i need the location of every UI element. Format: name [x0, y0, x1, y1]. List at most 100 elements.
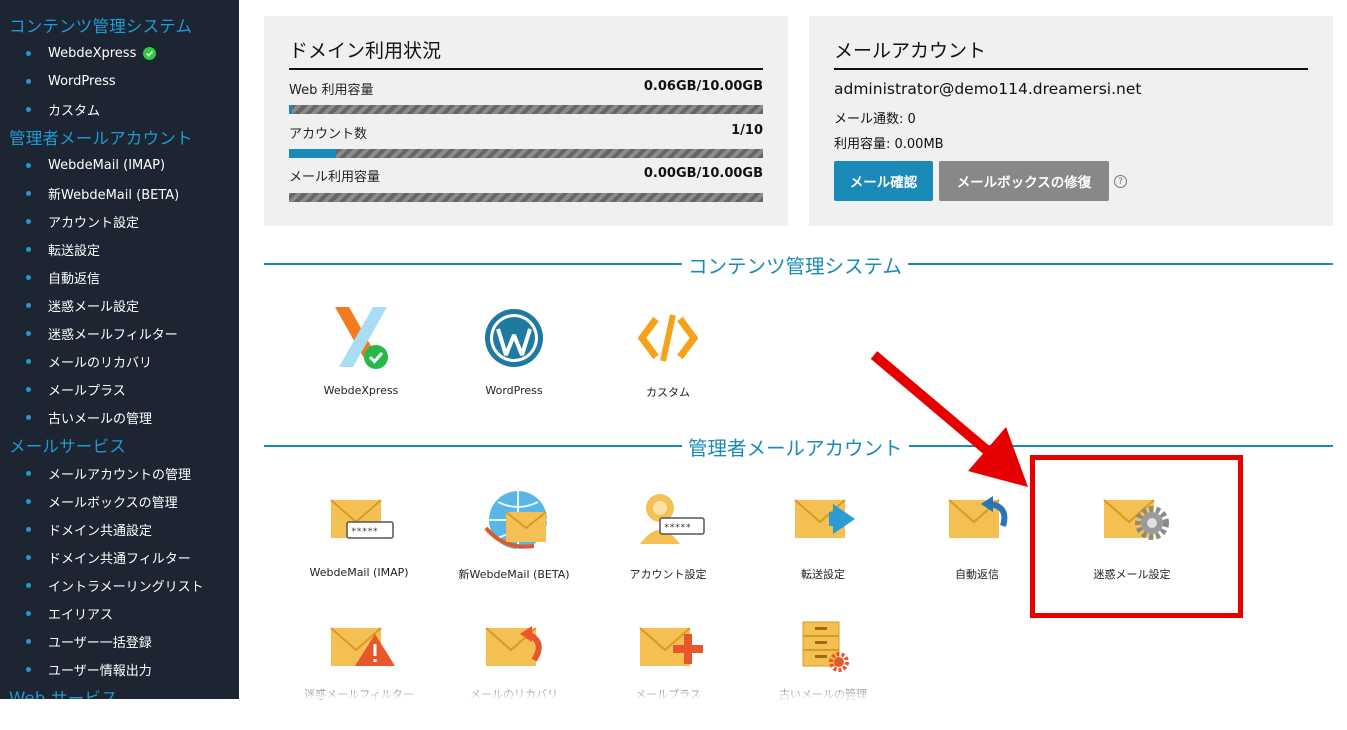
tile-mail-recovery[interactable]: メールのリカバリ — [449, 620, 579, 730]
wordpress-icon — [485, 309, 543, 367]
sidebar-item-label: 迷惑メール設定 — [48, 299, 140, 315]
sidebar-item-user-export[interactable]: ユーザー情報出力 — [26, 659, 152, 679]
tile-label: WordPress — [485, 384, 543, 397]
tile-webdemail-imap[interactable]: ***** WebdeMail (IMAP) — [294, 490, 424, 600]
sidebar-item-old-mail[interactable]: 古いメールの管理 — [26, 407, 152, 427]
bullet-icon — [26, 638, 31, 644]
sidebar-item-label: 自動返信 — [48, 271, 101, 287]
bullet-icon — [26, 50, 31, 56]
sidebar-item-bulk-register[interactable]: ユーザー一括登録 — [26, 631, 152, 651]
bullet-icon — [26, 358, 31, 364]
tile-label: アカウント設定 — [629, 568, 707, 581]
sidebar-item-account-settings[interactable]: アカウント設定 — [26, 211, 139, 231]
sidebar-item-mailbox-mgmt[interactable]: メールボックスの管理 — [26, 491, 178, 511]
sidebar-item-label: 転送設定 — [48, 243, 101, 259]
sidebar-item-auto-reply[interactable]: 自動返信 — [26, 267, 100, 287]
sidebar-item-label: ユーザー一括登録 — [48, 635, 152, 651]
bullet-icon — [26, 470, 31, 476]
sidebar-item-label: ドメイン共通フィルター — [48, 551, 191, 567]
bullet-icon — [26, 554, 31, 560]
sidebar-item-custom[interactable]: カスタム — [26, 99, 100, 119]
sidebar-item-label: エイリアス — [48, 607, 114, 623]
check-circle-icon — [143, 46, 157, 60]
tile-custom[interactable]: カスタム — [603, 305, 733, 415]
bullet-icon — [26, 386, 31, 392]
tile-label: WebdeXpress — [323, 384, 399, 397]
bullet-icon — [26, 106, 31, 112]
domain-usage-title: ドメイン利用状況 — [289, 40, 442, 62]
divider — [834, 68, 1308, 70]
sidebar-item-spam-filter[interactable]: 迷惑メールフィルター — [26, 323, 178, 343]
sidebar-item-label: WebdeXpress — [48, 45, 137, 61]
sidebar-item-intra-mailing-list[interactable]: イントラメーリングリスト — [26, 575, 204, 595]
mail-reply-icon — [948, 496, 1008, 538]
sidebar-item-label: WordPress — [48, 73, 116, 89]
bullet-icon — [26, 246, 31, 252]
sidebar-item-webdemail-imap[interactable]: WebdeMail (IMAP) — [26, 155, 165, 175]
tile-label: 新WebdeMail (BETA) — [458, 568, 570, 581]
annotation-arrow-icon — [870, 351, 1028, 487]
bullet-icon — [26, 582, 31, 588]
sidebar-item-wordpress[interactable]: WordPress — [26, 71, 116, 91]
bullet-icon — [26, 78, 31, 84]
sidebar-item-webdexpress[interactable]: WebdeXpress — [26, 43, 157, 63]
sidebar-item-alias[interactable]: エイリアス — [26, 603, 113, 623]
code-icon — [638, 314, 698, 362]
domain-usage-panel: ドメイン利用状況 Web 利用容量 0.06GB/10.00GB アカウント数 … — [264, 16, 788, 226]
tile-forwarding[interactable]: 転送設定 — [758, 490, 888, 600]
sidebar-header-cms: コンテンツ管理システム — [9, 17, 193, 36]
sidebar-item-label: イントラメーリングリスト — [48, 579, 204, 595]
mail-usage: 利用容量: 0.00MB — [834, 137, 944, 152]
sidebar-item-label: メールボックスの管理 — [48, 495, 178, 511]
tile-wordpress[interactable]: WordPress — [449, 305, 579, 415]
sidebar-item-mail-recovery[interactable]: メールのリカバリ — [26, 351, 152, 371]
section-title-cms: コンテンツ管理システム — [682, 250, 908, 279]
web-usage-label: Web 利用容量 — [289, 83, 374, 98]
tile-label: 自動返信 — [955, 568, 999, 581]
mail-account-title: メールアカウント — [834, 40, 987, 62]
sidebar-item-domain-settings[interactable]: ドメイン共通設定 — [26, 519, 152, 539]
sidebar-item-domain-filter[interactable]: ドメイン共通フィルター — [26, 547, 191, 567]
bullet-icon — [26, 190, 31, 196]
tile-old-mail[interactable]: 古いメールの管理 — [758, 620, 888, 730]
sidebar-item-label: アカウント設定 — [48, 215, 140, 231]
tile-label: WebdeMail (IMAP) — [309, 566, 409, 579]
divider — [289, 68, 763, 70]
mail-usage-label: メール利用容量 — [289, 170, 381, 185]
tile-auto-reply[interactable]: 自動返信 — [912, 490, 1042, 600]
sidebar-item-new-webdemail[interactable]: 新WebdeMail (BETA) — [26, 183, 179, 203]
mail-usage-value: 0.00GB/10.00GB — [643, 166, 763, 181]
tile-label: カスタム — [646, 386, 690, 399]
check-mail-button[interactable]: メール確認 — [834, 161, 933, 201]
password-mask: ***** — [351, 527, 378, 537]
tile-webdexpress[interactable]: WebdeXpress — [296, 305, 426, 415]
scroll-fade — [239, 679, 1347, 699]
sidebar-item-spam-settings[interactable]: 迷惑メール設定 — [26, 295, 139, 315]
tile-account-settings[interactable]: ***** アカウント設定 — [603, 490, 733, 600]
account-count-value: 1/10 — [731, 123, 763, 138]
bullet-icon — [26, 610, 31, 616]
bullet-icon — [26, 526, 31, 532]
tile-new-webdemail[interactable]: 新WebdeMail (BETA) — [449, 490, 579, 600]
sidebar-item-label: ドメイン共通設定 — [48, 523, 153, 539]
sidebar-item-label: メールのリカバリ — [48, 355, 153, 371]
sidebar-item-label: 迷惑メールフィルター — [48, 327, 178, 343]
repair-mailbox-button[interactable]: メールボックスの修復 — [939, 161, 1109, 201]
sidebar-item-label: 古いメールの管理 — [48, 411, 153, 427]
tile-mail-plus[interactable]: メールプラス — [603, 620, 733, 730]
web-usage-value: 0.06GB/10.00GB — [643, 79, 763, 94]
tile-spam-filter[interactable]: 迷惑メールフィルター — [294, 620, 424, 730]
sidebar-item-label: ユーザー情報出力 — [48, 663, 152, 679]
help-icon[interactable]: ? — [1114, 175, 1127, 188]
bullet-icon — [26, 218, 31, 224]
annotation-highlight-box — [1030, 455, 1243, 618]
mail-password-icon: ***** — [330, 499, 394, 539]
sidebar-item-mail-plus[interactable]: メールプラス — [26, 379, 126, 399]
sidebar-item-mail-account-mgmt[interactable]: メールアカウントの管理 — [26, 463, 191, 483]
bullet-icon — [26, 330, 31, 336]
sidebar-item-forwarding[interactable]: 転送設定 — [26, 239, 100, 259]
bullet-icon — [26, 666, 31, 672]
mail-usage-bar — [289, 193, 763, 202]
bullet-icon — [26, 162, 31, 168]
tile-label: 転送設定 — [801, 568, 845, 581]
